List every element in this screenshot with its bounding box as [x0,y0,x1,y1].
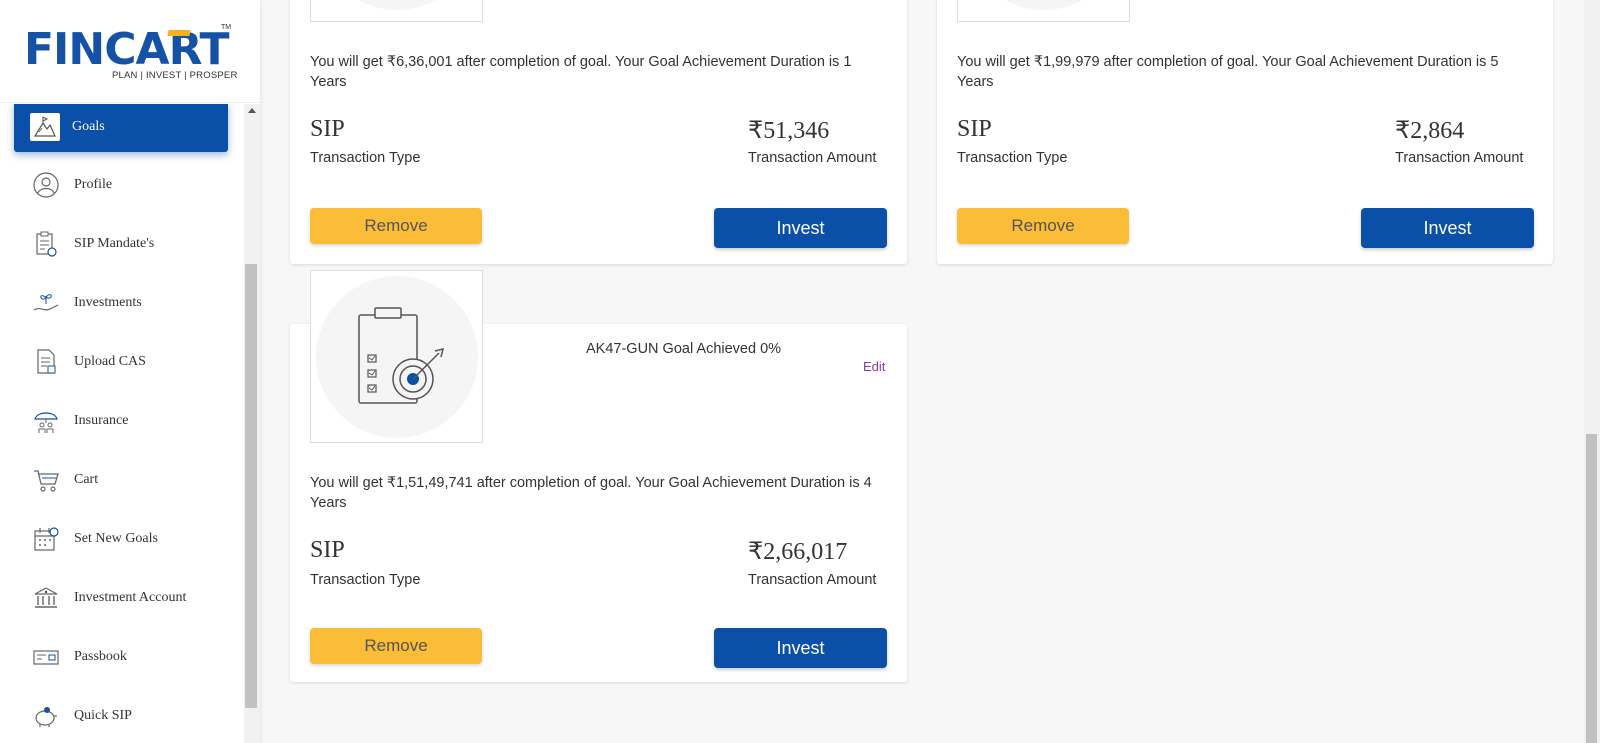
remove-button[interactable]: Remove [310,208,482,244]
goal-description: You will get ₹6,36,001 after completion … [310,54,852,90]
transaction-amount-label: Transaction Amount [748,150,877,166]
invest-button[interactable]: Invest [714,628,887,668]
goal-description: You will get ₹1,99,979 after completion … [957,54,1499,90]
transaction-type-value: SIP [957,116,992,142]
sidebar-item-insurance[interactable]: Insurance [14,396,228,446]
transaction-amount-label: Transaction Amount [1395,150,1524,166]
transaction-type-label: Transaction Type [310,572,421,588]
invest-button[interactable]: Invest [714,208,887,248]
logo-rupee-mark [167,30,191,36]
sidebar-item-quick-sip[interactable]: Quick SIP [14,691,228,741]
goal-card: You will get ₹6,36,001 after completion … [290,0,907,264]
sidebar-item-label: Investment Account [74,590,187,605]
logo-text: FINCART [24,24,230,75]
transaction-type-value: SIP [310,537,345,563]
clipboard-icon [30,228,62,260]
fincart-logo[interactable]: FINCART TM PLAN | INVEST | PROSPER [24,24,238,86]
sidebar-item-label: Quick SIP [74,708,132,723]
sidebar-item-set-new-goals[interactable]: Set New Goals [14,514,228,564]
goal-image [310,270,483,443]
transaction-amount-value: ₹51,346 [748,118,830,144]
sidebar-item-label: Insurance [74,413,129,428]
sidebar-scroll-thumb[interactable] [245,264,257,708]
goal-card: You will get ₹1,99,979 after completion … [937,0,1553,264]
transaction-type-label: Transaction Type [957,150,1068,166]
sidebar-item-label: Cart [74,472,99,487]
scroll-up-arrow-icon[interactable] [248,108,256,113]
sidebar-item-label: Set New Goals [74,531,158,546]
goal-description: You will get ₹1,51,49,741 after completi… [310,475,872,511]
umbrella-family-icon [30,405,62,437]
logo-tm: TM [221,24,232,31]
sidebar-item-label: Investments [74,295,142,310]
sidebar-item-sip-mandates[interactable]: SIP Mandate's [14,219,228,269]
sidebar-item-goals[interactable]: Goals [14,104,228,152]
sidebar-item-label: Upload CAS [74,354,146,369]
piggy-bank-icon [30,700,62,732]
goal-title: AK47-GUN Goal Achieved 0% [586,341,782,357]
sidebar-item-investments[interactable]: Investments [14,278,228,328]
sidebar: FINCART TM PLAN | INVEST | PROSPER Goals… [0,0,260,743]
bank-icon [30,582,62,614]
transaction-type-label: Transaction Type [310,150,421,166]
edit-link[interactable]: Edit [863,359,885,374]
sidebar-item-investment-account[interactable]: Investment Account [14,573,228,623]
transaction-amount-label: Transaction Amount [748,572,877,588]
passbook-icon [30,641,62,673]
calendar-goal-icon [30,523,62,555]
sidebar-item-upload-cas[interactable]: Upload CAS [14,337,228,387]
logo-tagline: PLAN | INVEST | PROSPER [112,70,238,81]
sidebar-item-profile[interactable]: Profile [14,160,228,210]
invest-button[interactable]: Invest [1361,208,1534,248]
user-icon [30,169,62,201]
document-upload-icon [30,346,62,378]
transaction-amount-value: ₹2,66,017 [748,539,848,565]
goal-image [310,0,483,22]
sidebar-item-label: Passbook [74,649,127,664]
transaction-amount-value: ₹2,864 [1395,118,1465,144]
sidebar-item-label: SIP Mandate's [74,236,155,251]
remove-button[interactable]: Remove [957,208,1129,244]
page-scrollbar[interactable] [1584,0,1600,743]
cart-icon [30,464,62,496]
sidebar-scrollbar[interactable] [244,104,260,743]
sidebar-item-label: Goals [72,119,105,134]
sidebar-item-passbook[interactable]: Passbook [14,632,228,682]
sidebar-divider [0,102,260,103]
transaction-type-value: SIP [310,116,345,142]
hand-plant-icon [30,287,62,319]
goal-image [957,0,1130,22]
clipboard-target-icon [358,307,445,404]
remove-button[interactable]: Remove [310,628,482,664]
mountain-flag-icon [30,113,60,141]
page-scroll-thumb[interactable] [1586,434,1597,743]
sidebar-item-cart[interactable]: Cart [14,455,228,505]
sidebar-item-label: Profile [74,177,113,192]
sidebar-nav: Goals Profile SIP Mandate's Investments [0,104,244,743]
